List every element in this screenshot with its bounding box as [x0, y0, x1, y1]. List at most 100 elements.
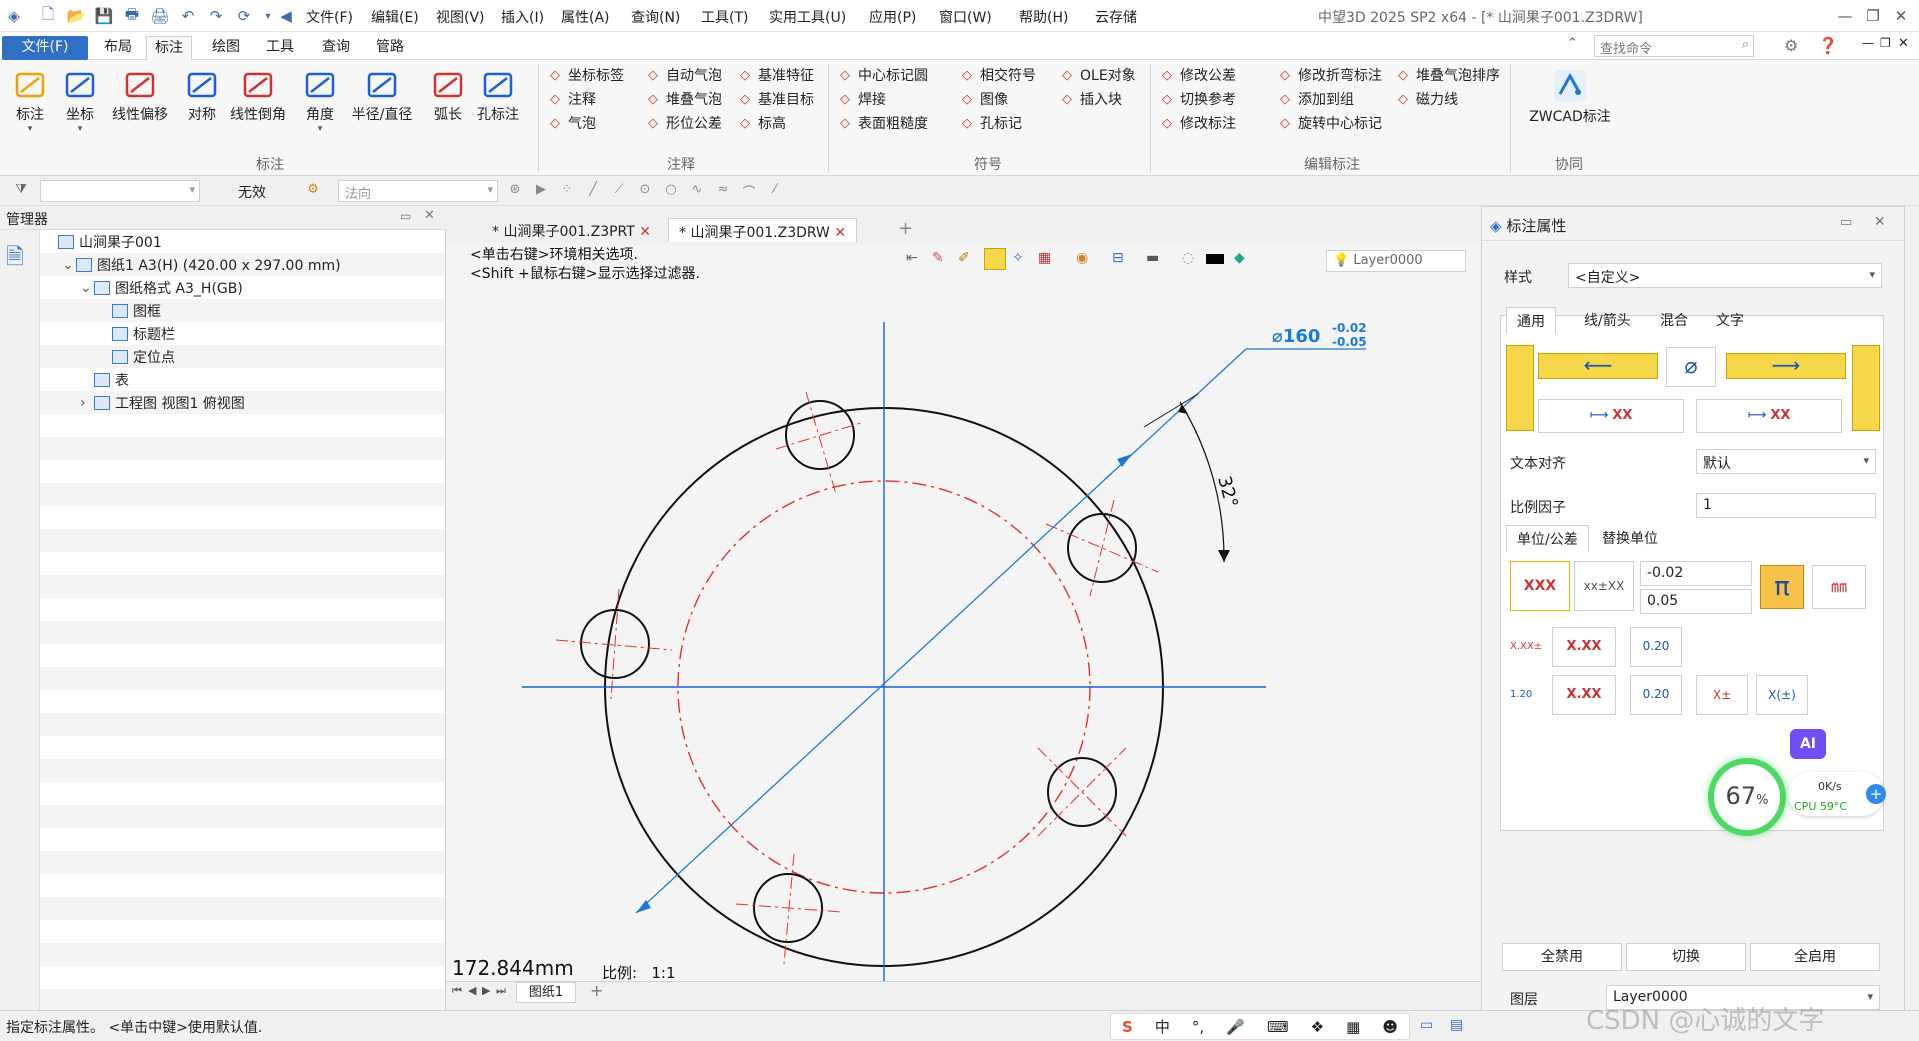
dimension-tool-button[interactable]: 角度 ▾ — [294, 64, 346, 154]
circle-icon[interactable]: ○ — [662, 182, 680, 200]
hole[interactable] — [1037, 747, 1127, 837]
tree-item[interactable]: 标题栏 — [40, 322, 445, 345]
close-tab-icon[interactable]: ✕ — [639, 224, 651, 240]
diameter-dim-line[interactable] — [635, 348, 1247, 914]
menu-item[interactable]: 工具(T) — [701, 7, 748, 27]
menu-item[interactable]: 视图(V) — [436, 7, 485, 27]
ribbon-small-button[interactable]: ◇ 基准特征 — [736, 64, 814, 86]
ribbon-small-button[interactable]: ◇ 孔标记 — [958, 112, 1022, 134]
mascot-icon[interactable]: ☻ — [1382, 1018, 1398, 1036]
undo-icon[interactable]: ↶ — [178, 6, 198, 26]
pick-filter-icon[interactable]: ⚙ — [304, 182, 322, 200]
hole[interactable] — [775, 391, 865, 495]
punctuation-icon[interactable]: °, — [1192, 1018, 1204, 1036]
alt-precision-select[interactable]: X.XX — [1552, 675, 1616, 715]
fit-format-button[interactable]: X(±) — [1756, 675, 1808, 715]
ribbon-small-button[interactable]: ◇ OLE对象 — [1058, 64, 1136, 86]
sogou-logo-icon[interactable]: S — [1122, 1018, 1133, 1036]
ribbon-small-button[interactable]: ◇ 切换参考 — [1158, 88, 1236, 110]
ribbon-tab[interactable]: 工具 — [258, 36, 302, 60]
expand-chevron-icon[interactable]: › — [80, 395, 94, 411]
tree-item[interactable]: 图框 — [40, 299, 445, 322]
zwcad-dimension-button[interactable]: ZWCAD标注 — [1520, 64, 1620, 154]
ribbon-tab[interactable]: 布局 — [96, 36, 140, 60]
boost-plus-icon[interactable]: + — [1866, 784, 1886, 804]
snap-tool-icon[interactable]: ⊛ — [506, 182, 524, 200]
ribbon-small-button[interactable]: ◇ 基准目标 — [736, 88, 814, 110]
add-sheet-icon[interactable]: + — [590, 981, 603, 1000]
menu-item[interactable]: 窗口(W) — [939, 7, 992, 27]
ribbon-small-button[interactable]: ◇ 注释 — [546, 88, 596, 110]
menu-item[interactable]: 查询(N) — [631, 7, 680, 27]
sheet-nav-prev-icon[interactable]: ◀ — [468, 984, 476, 997]
text-position-left-button[interactable]: ⟼ XX — [1538, 399, 1684, 433]
text-align-select[interactable]: 默认 — [1696, 449, 1876, 474]
ribbon-small-button[interactable]: ◇ 表面粗糙度 — [836, 112, 928, 134]
ribbon-small-button[interactable]: ◇ 磁力线 — [1394, 88, 1458, 110]
ribbon-small-button[interactable]: ◇ 形位公差 — [644, 112, 722, 134]
dimension-tool-button[interactable]: 孔标注 — [472, 64, 524, 154]
tree-item[interactable]: ⌄ 图纸1 A3(H) (420.00 x 297.00 mm) — [40, 253, 445, 276]
left-extension-toggle[interactable] — [1506, 345, 1534, 431]
ribbon-small-button[interactable]: ◇ 相交符号 — [958, 64, 1036, 86]
slash-icon[interactable]: ⁄ — [766, 182, 784, 200]
menu-item[interactable]: 帮助(H) — [1019, 7, 1068, 27]
dimension-tool-button[interactable]: 弧长 — [422, 64, 474, 154]
tree-item[interactable]: › 工程图 视图1 俯视图 — [40, 391, 445, 414]
menu-item[interactable]: 属性(A) — [561, 7, 610, 27]
dim-main-text[interactable]: ⌀160 — [1272, 326, 1320, 347]
sheet-nav-last-icon[interactable]: ⏭ — [496, 984, 506, 998]
minimize-icon[interactable]: — — [1834, 5, 1856, 27]
ribbon-tab[interactable]: 文件(F) — [2, 36, 88, 60]
tolerance-format-button[interactable]: xx±XX — [1574, 561, 1634, 611]
expand-chevron-icon[interactable]: ⌄ — [80, 280, 94, 296]
redo-icon[interactable]: ↷ — [206, 6, 226, 26]
collapse-ribbon-icon[interactable]: ⌃ — [1567, 36, 1578, 51]
dimension-tool-button[interactable]: 线性偏移 — [104, 64, 176, 154]
tree-item[interactable]: 定位点 — [40, 345, 445, 368]
ribbon-small-button[interactable]: ◇ 标高 — [736, 112, 786, 134]
filter-icon[interactable]: ⧩ — [12, 182, 30, 200]
restore-icon[interactable]: ❐ — [1862, 5, 1884, 27]
tree-item[interactable]: 山涧果子001 — [40, 230, 445, 253]
microphone-icon[interactable]: 🎤 — [1226, 1018, 1245, 1036]
ribbon-small-button[interactable]: ◇ 堆叠气泡排序 — [1394, 64, 1500, 86]
dimension-tool-button[interactable]: 对称 — [176, 64, 228, 154]
deviation-format-button[interactable]: X± — [1696, 675, 1748, 715]
refresh-icon[interactable]: ⟳ — [234, 6, 254, 26]
ribbon-small-button[interactable]: ◇ 坐标标签 — [546, 64, 624, 86]
doc-close-icon[interactable]: ✕ — [1898, 36, 1909, 51]
ribbon-small-button[interactable]: ◇ 气泡 — [546, 112, 596, 134]
curve-icon[interactable]: ∿ — [688, 182, 706, 200]
menu-item[interactable]: 插入(I) — [501, 7, 544, 27]
expand-chevron-icon[interactable]: ⌄ — [62, 257, 76, 273]
dimension-tool-button[interactable]: 半径/直径 — [346, 64, 418, 154]
property-tab[interactable]: 文字 — [1706, 307, 1754, 333]
property-subtab[interactable]: 替换单位 — [1592, 525, 1668, 551]
ribbon-small-button[interactable]: ◇ 自动气泡 — [644, 64, 722, 86]
collapse-left-icon[interactable]: ◀ — [276, 6, 296, 26]
points-icon[interactable]: ⁘ — [558, 182, 576, 200]
unit-convert-icon[interactable]: ㎜ — [1812, 565, 1866, 609]
hole[interactable] — [735, 853, 843, 965]
property-tab[interactable]: 通用 — [1506, 307, 1556, 334]
direction-combo[interactable]: 法向 — [338, 180, 498, 202]
ribbon-small-button[interactable]: ◇ 修改标注 — [1158, 112, 1236, 134]
play-icon[interactable]: ▶ — [532, 182, 550, 200]
ribbon-tab[interactable]: 查询 — [314, 36, 358, 60]
tab-part-file[interactable]: * 山涧果子001.Z3PRT ✕ — [482, 218, 661, 242]
circle-snap-icon[interactable]: ⊙ — [636, 182, 654, 200]
enable-all-button[interactable]: 全启用 — [1750, 943, 1880, 971]
disable-all-button[interactable]: 全禁用 — [1502, 943, 1622, 971]
ribbon-small-button[interactable]: ◇ 图像 — [958, 88, 1008, 110]
panel-comment-icon[interactable]: ▭ — [1840, 215, 1852, 230]
ime-mode[interactable]: 中 — [1155, 1016, 1170, 1037]
toolbox-icon[interactable]: ▦ — [1346, 1018, 1360, 1036]
sheet-tab[interactable]: 图纸1 — [516, 982, 576, 1003]
pi-symbol-button[interactable]: π — [1760, 565, 1804, 609]
tolerance-precision-select[interactable]: 0.20 — [1630, 627, 1682, 667]
sheet-nav-first-icon[interactable]: ⏮ — [452, 984, 462, 998]
ribbon-tab[interactable]: 标注 — [146, 36, 192, 60]
lower-tolerance-input[interactable]: 0.05 — [1640, 589, 1752, 614]
tree-item[interactable]: 表 — [40, 368, 445, 391]
